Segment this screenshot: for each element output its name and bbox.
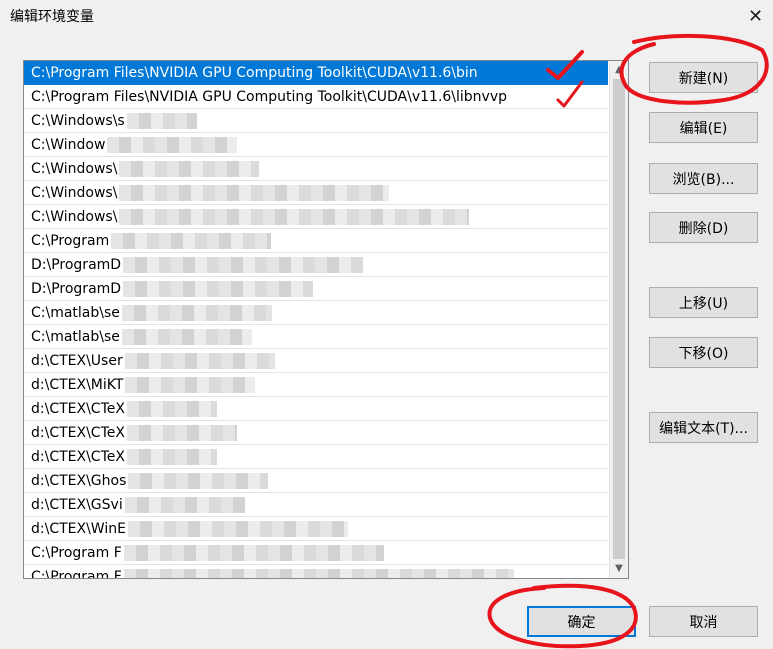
path-text: C:\Window bbox=[31, 137, 106, 153]
path-list-item[interactable]: C:\Windows\ bbox=[24, 205, 608, 229]
delete-button[interactable]: 删除(D) bbox=[649, 212, 758, 243]
redacted-region bbox=[126, 113, 197, 129]
path-text: d:\CTEX\CTeX bbox=[31, 425, 125, 441]
redacted-region bbox=[119, 161, 260, 177]
redacted-region bbox=[126, 425, 237, 441]
path-text: C:\Windows\ bbox=[31, 161, 118, 177]
path-text: d:\CTEX\User bbox=[31, 353, 123, 369]
redacted-region bbox=[119, 209, 470, 225]
path-text: d:\CTEX\CTeX bbox=[31, 449, 125, 465]
path-list-item[interactable]: C:\Program F bbox=[24, 541, 608, 565]
redacted-region bbox=[121, 305, 272, 321]
redacted-region bbox=[128, 473, 269, 489]
cancel-button[interactable]: 取消 bbox=[649, 606, 758, 637]
path-text: C:\Program F bbox=[31, 569, 122, 579]
redacted-region bbox=[111, 233, 272, 249]
path-text: d:\CTEX\Ghos bbox=[31, 473, 127, 489]
redacted-region bbox=[121, 329, 252, 345]
redacted-region bbox=[123, 281, 314, 297]
redacted-region bbox=[107, 137, 238, 153]
path-listbox[interactable]: C:\Program Files\NVIDIA GPU Computing To… bbox=[23, 60, 629, 579]
redacted-region bbox=[123, 257, 364, 273]
path-text: C:\matlab\se bbox=[31, 305, 120, 321]
path-list-item[interactable]: C:\Program Files\NVIDIA GPU Computing To… bbox=[24, 61, 608, 85]
path-text: d:\CTEX\GSvi bbox=[31, 497, 123, 513]
scroll-up-icon[interactable]: ▲ bbox=[610, 63, 628, 77]
path-list-item[interactable]: d:\CTEX\Ghos bbox=[24, 469, 608, 493]
path-list-item[interactable]: d:\CTEX\GSvi bbox=[24, 493, 608, 517]
redacted-region bbox=[124, 497, 245, 513]
scroll-down-icon[interactable]: ▼ bbox=[610, 562, 628, 576]
redacted-region bbox=[124, 353, 275, 369]
path-text: D:\ProgramD bbox=[31, 257, 122, 273]
path-text: C:\Program Files\NVIDIA GPU Computing To… bbox=[31, 65, 478, 81]
path-list: C:\Program Files\NVIDIA GPU Computing To… bbox=[24, 61, 608, 579]
redacted-region bbox=[123, 569, 514, 578]
path-list-item[interactable]: D:\ProgramD bbox=[24, 253, 608, 277]
path-text: C:\matlab\se bbox=[31, 329, 120, 345]
browse-button[interactable]: 浏览(B)... bbox=[649, 163, 758, 194]
redacted-region bbox=[126, 449, 217, 465]
path-list-item[interactable]: d:\CTEX\WinE bbox=[24, 517, 608, 541]
path-text: d:\CTEX\WinE bbox=[31, 521, 126, 537]
path-list-item[interactable]: d:\CTEX\User bbox=[24, 349, 608, 373]
path-list-item[interactable]: C:\Program F bbox=[24, 565, 608, 579]
redacted-region bbox=[119, 185, 390, 201]
redacted-region bbox=[125, 377, 256, 393]
redacted-region bbox=[127, 521, 348, 537]
path-text: C:\Windows\ bbox=[31, 209, 118, 225]
path-text: d:\CTEX\MiKT bbox=[31, 377, 124, 393]
path-text: C:\Program bbox=[31, 233, 110, 249]
path-text: D:\ProgramD bbox=[31, 281, 122, 297]
path-text: C:\Program Files\NVIDIA GPU Computing To… bbox=[31, 89, 508, 105]
path-list-item[interactable]: C:\matlab\se bbox=[24, 325, 608, 349]
path-list-item[interactable]: C:\Program Files\NVIDIA GPU Computing To… bbox=[24, 85, 608, 109]
window-title: 编辑环境变量 bbox=[10, 9, 94, 25]
path-list-item[interactable]: C:\matlab\se bbox=[24, 301, 608, 325]
scrollbar-thumb[interactable] bbox=[613, 79, 625, 559]
redacted-region bbox=[126, 401, 217, 417]
path-list-item[interactable]: C:\Window bbox=[24, 133, 608, 157]
edit-button[interactable]: 编辑(E) bbox=[649, 112, 758, 143]
path-list-item[interactable]: C:\Windows\s bbox=[24, 109, 608, 133]
path-list-item[interactable]: C:\Windows\ bbox=[24, 181, 608, 205]
path-text: C:\Program F bbox=[31, 545, 122, 561]
ok-button[interactable]: 确定 bbox=[527, 606, 636, 637]
path-list-item[interactable]: C:\Windows\ bbox=[24, 157, 608, 181]
move-down-button[interactable]: 下移(O) bbox=[649, 337, 758, 368]
path-text: C:\Windows\ bbox=[31, 185, 118, 201]
path-list-item[interactable]: d:\CTEX\CTeX bbox=[24, 397, 608, 421]
close-icon[interactable]: ✕ bbox=[738, 0, 773, 32]
path-list-item[interactable]: d:\CTEX\CTeX bbox=[24, 445, 608, 469]
path-list-item[interactable]: C:\Program bbox=[24, 229, 608, 253]
edit-text-button[interactable]: 编辑文本(T)... bbox=[649, 412, 758, 443]
path-text: C:\Windows\s bbox=[31, 113, 125, 129]
path-list-item[interactable]: d:\CTEX\CTeX bbox=[24, 421, 608, 445]
path-list-item[interactable]: D:\ProgramD bbox=[24, 277, 608, 301]
vertical-scrollbar[interactable]: ▲ ▼ bbox=[609, 61, 628, 578]
new-button[interactable]: 新建(N) bbox=[649, 62, 758, 93]
move-up-button[interactable]: 上移(U) bbox=[649, 287, 758, 318]
path-list-item[interactable]: d:\CTEX\MiKT bbox=[24, 373, 608, 397]
redacted-region bbox=[123, 545, 384, 561]
path-text: d:\CTEX\CTeX bbox=[31, 401, 125, 417]
